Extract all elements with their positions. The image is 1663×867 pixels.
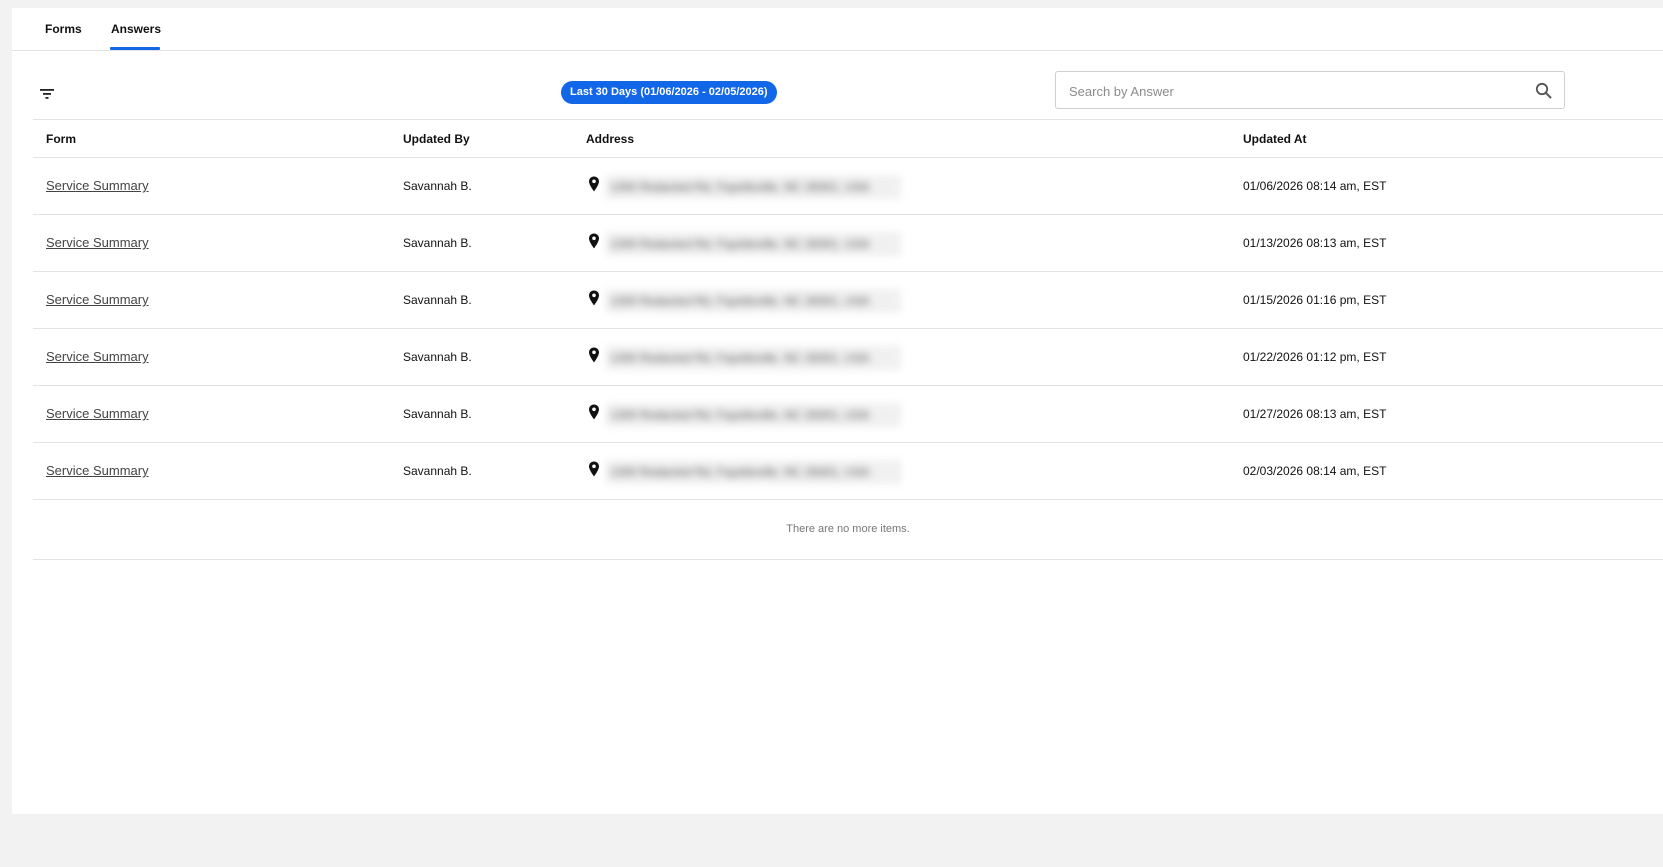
search-input[interactable] xyxy=(1067,72,1521,110)
address-cell: 1300 Redacted Rd, Fayetteville, NC 28301… xyxy=(606,403,901,427)
filter-icon[interactable] xyxy=(40,88,54,100)
header-updated-at[interactable]: Updated At xyxy=(1243,132,1307,146)
search-icon[interactable] xyxy=(1535,82,1552,99)
updated-by-cell: Savannah B. xyxy=(403,464,472,478)
location-pin-icon xyxy=(589,404,599,420)
header-form[interactable]: Form xyxy=(46,132,76,146)
form-link[interactable]: Service Summary xyxy=(46,349,149,364)
answers-table: Form Updated By Address Updated At Servi… xyxy=(33,119,1663,560)
updated-at-cell: 01/22/2026 01:12 pm, EST xyxy=(1243,350,1387,364)
form-link[interactable]: Service Summary xyxy=(46,292,149,307)
table-row[interactable]: Service Summary Savannah B. 1300 Redacted … xyxy=(33,272,1663,329)
address-cell: 1300 Redacted Rd, Fayetteville, NC 28301… xyxy=(606,175,901,199)
location-pin-icon xyxy=(589,461,599,477)
updated-by-cell: Savannah B. xyxy=(403,293,472,307)
tab-bar: Forms Answers xyxy=(12,8,1663,51)
header-updated-by[interactable]: Updated By xyxy=(403,132,470,146)
location-pin-icon xyxy=(589,233,599,249)
updated-at-cell: 01/06/2026 08:14 am, EST xyxy=(1243,179,1387,193)
answers-panel: Forms Answers Last 30 Days (01/06/2026 -… xyxy=(12,8,1663,814)
updated-by-cell: Savannah B. xyxy=(403,179,472,193)
end-of-list-message: There are no more items. xyxy=(33,500,1663,560)
table-header-row: Form Updated By Address Updated At xyxy=(33,119,1663,158)
search-box xyxy=(1055,71,1565,110)
table-row[interactable]: Service Summary Savannah B. 1300 Redacted … xyxy=(33,329,1663,386)
location-pin-icon xyxy=(589,176,599,192)
form-link[interactable]: Service Summary xyxy=(46,235,149,250)
form-link[interactable]: Service Summary xyxy=(46,406,149,421)
updated-by-cell: Savannah B. xyxy=(403,350,472,364)
location-pin-icon xyxy=(589,347,599,363)
location-pin-icon xyxy=(589,290,599,306)
tab-forms[interactable]: Forms xyxy=(45,22,82,36)
table-row[interactable]: Service Summary Savannah B. 1300 Redacted … xyxy=(33,215,1663,272)
header-address[interactable]: Address xyxy=(586,132,634,146)
form-link[interactable]: Service Summary xyxy=(46,178,149,193)
updated-at-cell: 01/27/2026 08:13 am, EST xyxy=(1243,407,1387,421)
date-range-chip[interactable]: Last 30 Days (01/06/2026 - 02/05/2026) xyxy=(561,81,777,104)
updated-by-cell: Savannah B. xyxy=(403,236,472,250)
address-cell: 1300 Redacted Rd, Fayetteville, NC 28301… xyxy=(606,232,901,256)
address-cell: 1300 Redacted Rd, Fayetteville, NC 28301… xyxy=(606,460,901,484)
address-cell: 1300 Redacted Rd, Fayetteville, NC 28301… xyxy=(606,346,901,370)
updated-at-cell: 01/13/2026 08:13 am, EST xyxy=(1243,236,1387,250)
table-row[interactable]: Service Summary Savannah B. 1300 Redacted … xyxy=(33,386,1663,443)
active-tab-indicator xyxy=(110,47,160,50)
form-link[interactable]: Service Summary xyxy=(46,463,149,478)
tab-answers[interactable]: Answers xyxy=(111,22,161,36)
updated-at-cell: 01/15/2026 01:16 pm, EST xyxy=(1243,293,1387,307)
updated-by-cell: Savannah B. xyxy=(403,407,472,421)
table-row[interactable]: Service Summary Savannah B. 1300 Redacted … xyxy=(33,443,1663,500)
table-row[interactable]: Service Summary Savannah B. 1300 Redacted … xyxy=(33,158,1663,215)
address-cell: 1300 Redacted Rd, Fayetteville, NC 28301… xyxy=(606,289,901,313)
updated-at-cell: 02/03/2026 08:14 am, EST xyxy=(1243,464,1387,478)
